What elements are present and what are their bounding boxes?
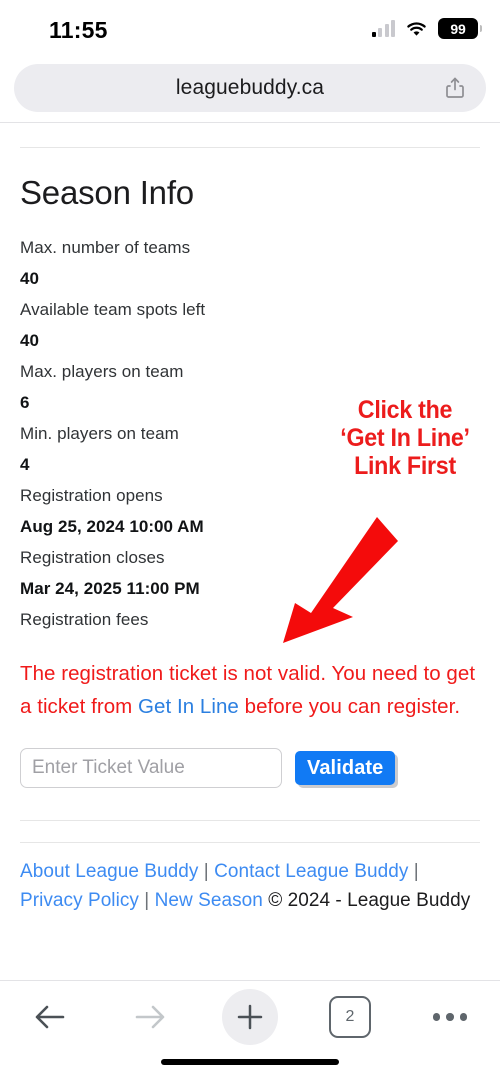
info-label: Max. number of teams: [20, 238, 191, 257]
page-content: Season Info Max. number of teams 40 Avai…: [0, 123, 500, 968]
status-bar: 11:55 99: [0, 0, 500, 56]
ticket-error-message: The registration ticket is not valid. Yo…: [20, 657, 480, 723]
error-text-after: before you can register.: [238, 695, 461, 718]
url-bar[interactable]: leaguebuddy.ca: [14, 64, 486, 112]
footer-link-contact[interactable]: Contact League Buddy: [214, 861, 408, 882]
phone-screen: 11:55 99 leaguebuddy.ca Season Info Max.…: [0, 0, 500, 1082]
ticket-input[interactable]: [20, 748, 282, 788]
back-button[interactable]: [0, 981, 100, 1053]
info-label: Registration opens: [20, 486, 163, 505]
url-text[interactable]: leaguebuddy.ca: [176, 76, 324, 100]
footer-separator: |: [144, 890, 150, 911]
back-arrow-icon: [35, 1005, 65, 1029]
plus-icon: [237, 1004, 263, 1030]
info-label: Max. players on team: [20, 362, 184, 381]
annotation-line-2: ‘Get In Line’: [340, 424, 470, 452]
more-options-button[interactable]: [400, 981, 500, 1053]
info-label: Available team spots left: [20, 300, 206, 319]
battery-icon: 99: [438, 18, 482, 39]
annotation-text: Click the ‘Get In Line’ Link First: [326, 396, 484, 480]
get-in-line-link[interactable]: Get In Line: [138, 695, 239, 718]
browser-toolbar: 2: [0, 981, 500, 1053]
footer-separator: |: [203, 861, 209, 882]
cellular-signal-icon: [371, 20, 395, 37]
info-label: Registration closes: [20, 548, 165, 567]
footer-divider-top: [20, 820, 480, 821]
annotation-line-1: Click the: [357, 396, 453, 424]
footer-divider-bottom: [20, 842, 480, 843]
info-value: 40: [20, 269, 40, 288]
footer-link-about[interactable]: About League Buddy: [20, 861, 198, 882]
footer-copyright: © 2024 - League Buddy: [268, 890, 471, 911]
footer-separator: |: [413, 861, 419, 882]
more-options-icon: [432, 1013, 468, 1021]
tabs-button[interactable]: 2: [300, 981, 400, 1053]
validate-button[interactable]: Validate: [295, 751, 396, 785]
footer-link-new-season[interactable]: New Season: [155, 890, 263, 911]
forward-arrow-icon: [135, 1005, 165, 1029]
footer: About League Buddy | Contact League Budd…: [20, 857, 480, 915]
battery-percent: 99: [450, 20, 466, 37]
new-tab-button[interactable]: [200, 981, 300, 1053]
page-title: Season Info: [20, 174, 194, 211]
forward-button[interactable]: [100, 981, 200, 1053]
info-value: Mar 24, 2025 11:00 PM: [20, 579, 200, 598]
home-indicator: [161, 1059, 339, 1065]
status-time: 11:55: [49, 17, 108, 43]
footer-link-privacy-policy[interactable]: Privacy Policy: [20, 890, 139, 911]
tab-count-badge: 2: [329, 996, 371, 1038]
ticket-form: Validate: [20, 748, 500, 788]
status-indicators: 99: [371, 18, 482, 39]
share-icon[interactable]: [442, 75, 468, 101]
info-label: Registration fees: [20, 610, 149, 629]
info-value: Aug 25, 2024 10:00 AM: [20, 517, 204, 536]
plus-icon-circle: [222, 989, 278, 1045]
info-value: 40: [20, 331, 40, 350]
annotation-line-3: Link First: [354, 452, 456, 480]
wifi-icon: [405, 20, 428, 37]
content-divider-top: [20, 147, 480, 148]
